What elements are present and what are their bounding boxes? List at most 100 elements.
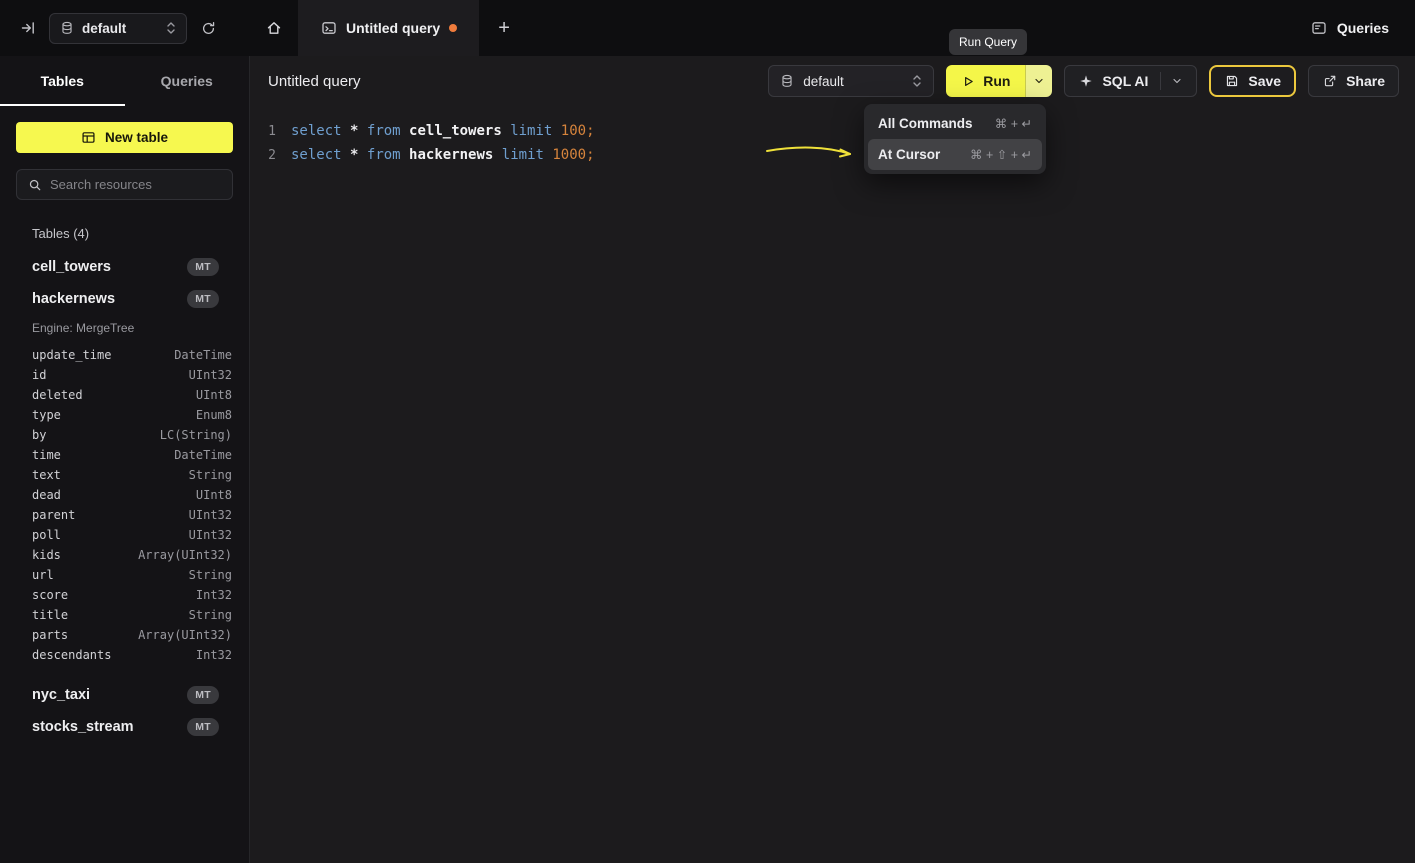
sidebar-tab-queries[interactable]: Queries [125,56,250,106]
save-label: Save [1248,73,1281,89]
share-button[interactable]: Share [1308,65,1399,97]
column-row[interactable]: deletedUInt8 [0,385,249,405]
search-icon [27,177,42,192]
queries-button[interactable]: Queries [1311,20,1389,37]
column-name: update_time [32,348,111,362]
column-name: time [32,448,61,462]
table-name: nyc_taxi [32,687,90,703]
sidebar: Tables Queries New table Tables (4) cell… [0,56,250,863]
column-row[interactable]: update_time DateTime [0,345,249,365]
layout: Tables Queries New table Tables (4) cell… [0,56,1415,863]
run-menu-item[interactable]: All Commands ⌘ + ↵ [868,108,1042,139]
column-name: kids [32,548,61,562]
column-row[interactable]: byLC(String) [0,425,249,445]
engine-badge: MT [187,258,219,276]
column-type: Enum8 [196,408,232,422]
run-menu: All Commands ⌘ + ↵ At Cursor⌘ + ⇧ + ↵ [864,104,1046,174]
main-panel: Untitled query default [250,56,1415,863]
new-tab-button[interactable]: + [479,0,529,56]
menu-item-label: All Commands [878,116,973,131]
column-row[interactable]: deadUInt8 [0,485,249,505]
line-number: 1 [266,124,276,139]
column-row[interactable]: timeDateTime [0,445,249,465]
new-table-label: New table [105,130,168,145]
table-row[interactable]: cell_towers MT [0,251,249,283]
run-button-group: Run [946,65,1052,97]
chevron-down-icon[interactable] [1171,75,1183,87]
code-text: select * from hackernews limit 1000; [291,147,595,163]
run-button[interactable]: Run [946,65,1025,97]
column-name: type [32,408,61,422]
tab-untitled-query[interactable]: Untitled query [298,0,479,56]
run-options-caret[interactable] [1025,65,1052,97]
code-text: select * from cell_towers limit 100; [291,123,595,139]
toolbar-database-selector[interactable]: default [768,65,934,97]
table-name: cell_towers [32,259,111,275]
column-row[interactable]: scoreInt32 [0,585,249,605]
sql-ai-icon [1078,73,1094,89]
run-query-tooltip: Run Query [949,29,1027,55]
home-tab[interactable] [250,0,298,56]
database-icon [59,20,75,36]
column-row[interactable]: idUInt32 [0,365,249,385]
run-menu-item[interactable]: At Cursor⌘ + ⇧ + ↵ [868,139,1042,170]
queries-icon [1311,20,1328,37]
sql-ai-label: SQL AI [1102,73,1148,89]
sidebar-tab-tables[interactable]: Tables [0,56,125,106]
tables-list: cell_towersMThackernewsMTEngine: MergeTr… [0,251,249,743]
chevron-down-icon [1033,75,1045,87]
queries-label: Queries [1337,20,1389,36]
column-type: String [189,608,232,622]
column-row[interactable]: descendants Int32 [0,645,249,665]
column-row[interactable]: pollUInt32 [0,525,249,545]
menu-item-shortcut: ⌘ + ↵ [995,116,1032,131]
column-type: Array(UInt32) [138,628,232,642]
column-type: UInt32 [189,508,232,522]
table-row[interactable]: hackernewsMT [0,283,249,315]
table-icon [81,130,97,146]
home-icon [266,20,282,36]
column-name: deleted [32,388,83,402]
column-row[interactable]: textString [0,465,249,485]
column-type: Int32 [196,648,232,662]
column-list: update_timeDateTimeidUInt32deletedUInt8t… [0,341,249,679]
column-row[interactable]: partsArray(UInt32) [0,625,249,645]
toolbar-database-value: default [803,74,844,89]
editor-line[interactable]: 1 select * from cell_towers limit 100; [266,119,1415,143]
table-row[interactable]: nyc_taxi MT [0,679,249,711]
table-row[interactable]: stocks_streamMT [0,711,249,743]
tabstrip: Untitled query + [250,0,529,56]
topbar: default Untitled query + [0,0,1415,56]
column-row[interactable]: parent UInt32 [0,505,249,525]
column-name: poll [32,528,61,542]
search-box[interactable] [16,169,233,200]
collapse-sidebar-icon[interactable] [16,16,40,40]
new-table-button[interactable]: New table [16,122,233,153]
updown-chevron-icon [165,21,177,35]
sql-ai-button[interactable]: SQL AI [1064,65,1197,97]
refresh-icon[interactable] [196,16,220,40]
column-name: parent [32,508,75,522]
column-row[interactable]: titleString [0,605,249,625]
column-row[interactable]: type Enum8 [0,405,249,425]
annotation-arrow [764,141,860,165]
column-type: String [189,568,232,582]
updown-chevron-icon [911,74,923,88]
column-type: Array(UInt32) [138,548,232,562]
database-selector[interactable]: default [49,13,187,44]
engine-badge: MT [187,686,219,704]
column-name: dead [32,488,61,502]
engine-badge: MT [187,290,219,308]
column-row[interactable]: urlString [0,565,249,585]
menu-item-label: At Cursor [878,147,940,162]
table-engine: Engine: MergeTree [0,315,249,341]
column-name: descendants [32,648,111,662]
save-button[interactable]: Save [1209,65,1296,97]
column-name: text [32,468,61,482]
column-type: LC(String) [160,428,232,442]
line-number: 2 [266,148,276,163]
search-input[interactable] [50,177,222,192]
column-type: DateTime [174,348,232,362]
database-icon [779,73,795,89]
column-row[interactable]: kids Array(UInt32) [0,545,249,565]
